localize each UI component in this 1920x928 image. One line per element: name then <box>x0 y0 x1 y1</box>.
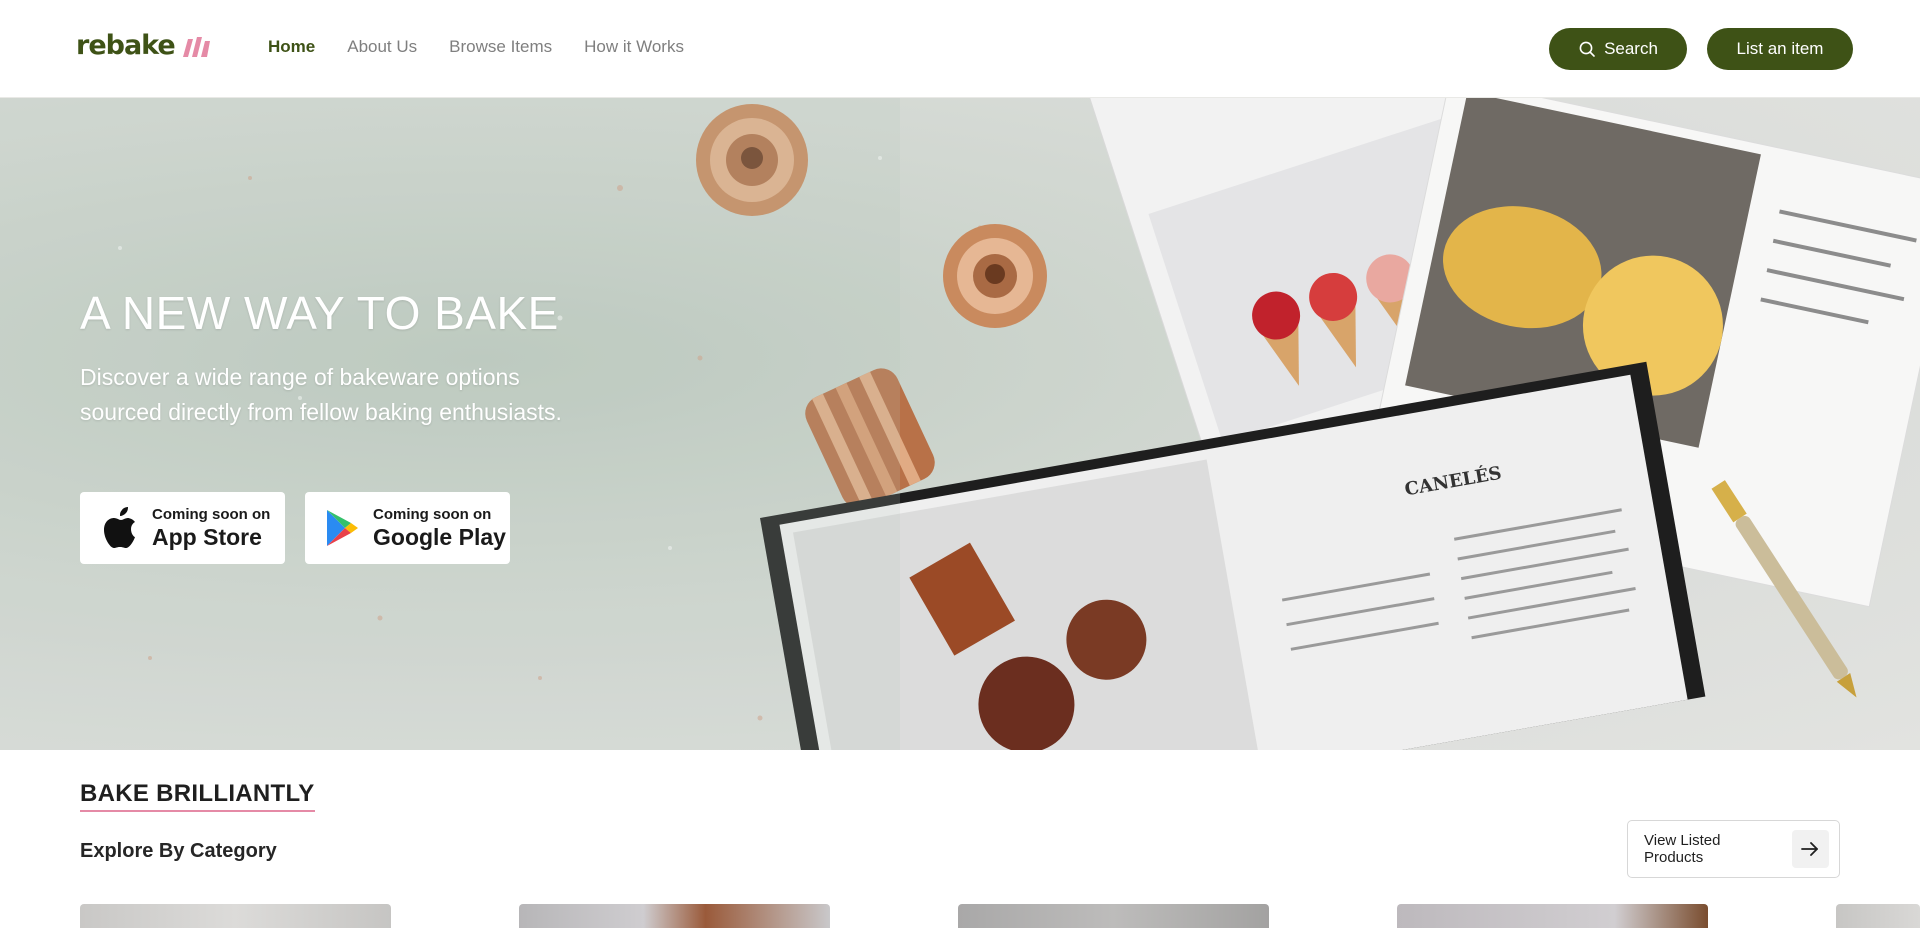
hero-title: A NEW WAY TO BAKE <box>80 287 559 339</box>
hero-banner: CANELÉS A NEW WAY TO BAKE Discover a wid… <box>0 98 1920 750</box>
nav-browse-items[interactable]: Browse Items <box>449 37 552 57</box>
google-play-small-text: Coming soon on <box>373 505 492 523</box>
apple-icon <box>104 507 135 548</box>
hero-subtitle: Discover a wide range of bakeware option… <box>80 364 562 425</box>
list-item-button-label: List an item <box>1736 39 1824 58</box>
category-card[interactable] <box>519 904 830 928</box>
category-card[interactable] <box>1836 904 1920 928</box>
brand-name: rebake <box>76 30 176 61</box>
app-store-text: Coming soon on App Store <box>152 506 270 551</box>
search-button[interactable]: Search <box>1549 28 1687 70</box>
search-button-label: Search <box>1604 39 1658 58</box>
copper-mold-middle <box>943 224 1047 328</box>
app-store-small-text: Coming soon on <box>152 505 271 523</box>
category-card[interactable] <box>958 904 1269 928</box>
brand-logo[interactable]: rebake <box>76 30 213 61</box>
nav-about-us[interactable]: About Us <box>347 37 417 57</box>
section-title: BAKE BRILLIANTLY <box>80 780 315 812</box>
logo-mark-icon <box>182 36 210 57</box>
google-play-button[interactable]: Coming soon on Google Play <box>305 492 510 564</box>
view-listed-products-label: View Listed Products <box>1644 832 1721 866</box>
app-store-big-text: App Store <box>152 523 262 550</box>
google-play-icon <box>327 510 358 546</box>
app-store-button[interactable]: Coming soon on App Store <box>80 492 285 564</box>
main-nav: Home About Us Browse Items How it Works <box>268 37 684 57</box>
search-icon <box>1579 41 1595 57</box>
category-card[interactable] <box>80 904 391 928</box>
nav-home[interactable]: Home <box>268 37 315 57</box>
category-card[interactable] <box>1397 904 1708 928</box>
view-listed-products-button[interactable]: View Listed Products <box>1627 820 1840 878</box>
nav-how-it-works[interactable]: How it Works <box>584 37 684 57</box>
google-play-big-text: Google Play <box>373 523 506 550</box>
section-subtitle: Explore By Category <box>80 840 277 862</box>
list-item-button[interactable]: List an item <box>1707 28 1853 70</box>
top-navbar: rebake Home About Us Browse Items How it… <box>0 0 1920 98</box>
arrow-right-icon <box>1791 830 1829 868</box>
google-play-text: Coming soon on Google Play <box>373 506 506 551</box>
